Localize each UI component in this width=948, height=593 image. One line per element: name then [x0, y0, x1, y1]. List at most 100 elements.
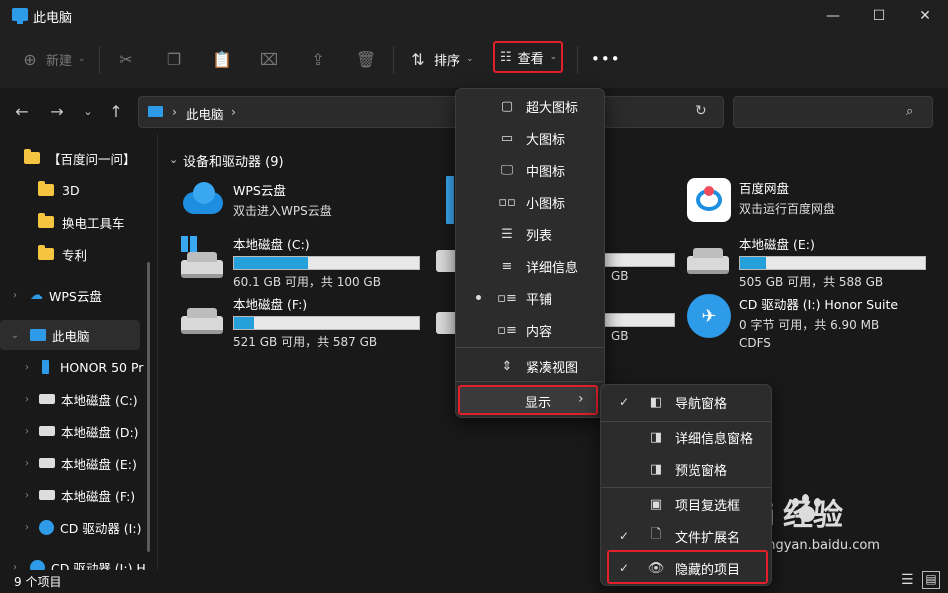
- share-button[interactable]: ⇪: [308, 42, 328, 76]
- cd-drive-size: 0 字节 可用，共 6.90 MB: [739, 318, 880, 332]
- chevron-down-icon[interactable]: ⌄: [8, 330, 22, 341]
- sort-button[interactable]: ⇅ 排序 ⌄: [408, 42, 473, 76]
- search-input[interactable]: ⌕: [733, 96, 933, 128]
- copy-button[interactable]: ❐: [164, 42, 184, 76]
- details-view-icon[interactable]: ☰: [901, 572, 914, 588]
- back-arrow-icon[interactable]: ←: [10, 100, 34, 122]
- sidebar-item-cd-drive[interactable]: › CD 驱动器 (I:): [0, 512, 150, 542]
- drive-name: 本地磁盘 (C:): [233, 237, 310, 252]
- check-icon: ✓: [618, 529, 630, 543]
- drive-e-item[interactable]: 本地磁盘 (E:) 505 GB 可用，共 588 GB: [687, 234, 926, 289]
- title-bar: 此电脑 — ☐ ✕: [0, 0, 948, 32]
- chevron-right-icon[interactable]: ›: [20, 458, 34, 469]
- trash-icon: 🗑: [355, 49, 377, 69]
- chevron-right-icon[interactable]: ›: [20, 362, 34, 373]
- tiles-view-icon[interactable]: ▤: [922, 571, 940, 589]
- sidebar-item-drive-d[interactable]: › 本地磁盘 (D:): [0, 416, 150, 446]
- share-icon: ⇪: [311, 49, 325, 69]
- up-arrow-icon[interactable]: ↑: [104, 100, 128, 122]
- forward-arrow-icon[interactable]: →: [45, 100, 69, 122]
- breadcrumb-this-pc[interactable]: 此电脑: [186, 104, 224, 123]
- medium-icons-icon: 🖵: [500, 162, 514, 178]
- sidebar-item-wps[interactable]: › ☁ WPS云盘: [0, 280, 150, 310]
- menu-item-content[interactable]: ▫≡ 内容: [460, 315, 600, 345]
- windows-drive-icon: [181, 236, 225, 278]
- maximize-button[interactable]: ☐: [856, 0, 902, 32]
- view-icon: ☷: [500, 49, 512, 65]
- menu-separator: [456, 381, 604, 382]
- chevron-right-icon[interactable]: ›: [20, 522, 34, 533]
- menu-separator: [601, 487, 771, 488]
- refresh-icon[interactable]: ↻: [695, 103, 707, 119]
- close-button[interactable]: ✕: [902, 0, 948, 32]
- baidu-netdisk-name: 百度网盘: [739, 181, 790, 196]
- drive-c-item[interactable]: 本地磁盘 (C:) 60.1 GB 可用，共 100 GB: [181, 234, 420, 289]
- menu-item-medium-icons[interactable]: 🖵 中图标: [460, 155, 600, 185]
- list-icon: ☰: [501, 226, 513, 242]
- more-button[interactable]: •••: [591, 42, 621, 76]
- paste-button[interactable]: 📋: [212, 42, 232, 76]
- sidebar-item-drive-c[interactable]: › 本地磁盘 (C:): [0, 384, 150, 414]
- menu-item-small-icons[interactable]: ▫▫ 小图标: [460, 187, 600, 217]
- drive-size: GB: [611, 329, 629, 343]
- cut-button[interactable]: ✂: [116, 42, 136, 76]
- sidebar-item-baidu-ask[interactable]: 【百度问一问】: [0, 143, 150, 173]
- chevron-right-icon[interactable]: ›: [20, 394, 34, 405]
- view-button[interactable]: ☷ 查看 ⌄: [493, 41, 563, 73]
- cd-drive-item[interactable]: ✈ CD 驱动器 (I:) Honor Suite 0 字节 可用，共 6.90…: [687, 294, 898, 350]
- sidebar-item-patent[interactable]: 专利: [0, 239, 150, 269]
- compact-view-icon: ⇕: [501, 358, 513, 374]
- window-title: 此电脑: [33, 11, 73, 26]
- chevron-right-icon[interactable]: ›: [8, 290, 22, 301]
- menu-item-details[interactable]: ≡ 详细信息: [460, 251, 600, 281]
- device-icon: [446, 176, 454, 224]
- menu-item-navigation-pane[interactable]: ✓ ◧ 导航窗格: [605, 387, 769, 417]
- plus-circle-icon: ⊕: [23, 49, 37, 69]
- drive-usage-bar: [599, 313, 675, 327]
- checkbox-folder-icon: ▣: [649, 496, 663, 512]
- menu-item-large-icons[interactable]: ▭ 大图标: [460, 123, 600, 153]
- recent-chevron-icon[interactable]: ⌄: [76, 100, 100, 122]
- drive-icon: [39, 490, 55, 500]
- rename-button[interactable]: ⌧: [259, 42, 279, 76]
- menu-item-details-pane[interactable]: ◨ 详细信息窗格: [605, 422, 769, 452]
- new-button[interactable]: ⊕ 新建 ⌄: [20, 42, 85, 76]
- sidebar-item-drive-e[interactable]: › 本地磁盘 (E:): [0, 448, 150, 478]
- chevron-right-icon[interactable]: ›: [20, 490, 34, 501]
- baidu-netdisk-item[interactable]: 百度网盘 双击运行百度网盘: [687, 178, 835, 232]
- delete-button[interactable]: 🗑: [356, 42, 376, 76]
- sidebar-item-drive-f[interactable]: › 本地磁盘 (F:): [0, 480, 150, 510]
- menu-item-list[interactable]: ☰ 列表: [460, 219, 600, 249]
- drive-f-item[interactable]: 本地磁盘 (F:) 521 GB 可用，共 587 GB: [181, 294, 420, 349]
- folder-icon: [38, 213, 54, 228]
- menu-item-compact-view[interactable]: ⇕ 紧凑视图: [460, 351, 600, 381]
- menu-item-file-extensions[interactable]: ✓ 🗋 文件扩展名: [605, 521, 769, 551]
- drive-usage-bar: [233, 316, 420, 330]
- phone-icon: [42, 360, 49, 374]
- minimize-button[interactable]: —: [810, 0, 856, 32]
- separator: [393, 46, 394, 74]
- sidebar-scrollbar[interactable]: [147, 262, 150, 552]
- chevron-right-icon[interactable]: ›: [20, 426, 34, 437]
- sort-label: 排序: [434, 53, 461, 69]
- menu-item-extra-large-icons[interactable]: ▢ 超大图标: [460, 91, 600, 121]
- sort-icon: ⇅: [411, 49, 425, 69]
- menu-item-preview-pane[interactable]: ◨ 预览窗格: [605, 454, 769, 484]
- menu-item-item-checkboxes[interactable]: ▣ 项目复选框: [605, 489, 769, 519]
- menu-item-show[interactable]: 显示 ›: [458, 385, 598, 415]
- section-chevron-icon[interactable]: ⌄: [169, 153, 178, 166]
- view-dropdown-menu: ▢ 超大图标 ▭ 大图标 🖵 中图标 ▫▫ 小图标 ☰ 列表 ≡ 详细信息 ▫≡ 平铺 ▫≡ 内…: [455, 88, 605, 418]
- drive-icon: [39, 458, 55, 468]
- wps-cloud-item[interactable]: WPS云盘 双击进入WPS云盘: [181, 180, 332, 234]
- drive-usage-bar: [739, 256, 926, 270]
- details-icon: ≡: [501, 258, 513, 274]
- scissors-icon: ✂: [119, 49, 133, 69]
- sidebar-item-this-pc[interactable]: ⌄ 此电脑: [0, 320, 140, 350]
- address-bar[interactable]: › 此电脑 › ↻: [138, 96, 724, 128]
- sidebar-item-3d[interactable]: 3D: [0, 175, 150, 205]
- sidebar-item-honor-phone[interactable]: › HONOR 50 Pr: [0, 352, 150, 382]
- sidebar-item-tool-car[interactable]: 换电工具车: [0, 207, 150, 237]
- separator: [577, 46, 578, 74]
- menu-item-tiles[interactable]: ▫≡ 平铺: [460, 283, 600, 313]
- drive-size: 60.1 GB 可用，共 100 GB: [233, 275, 381, 289]
